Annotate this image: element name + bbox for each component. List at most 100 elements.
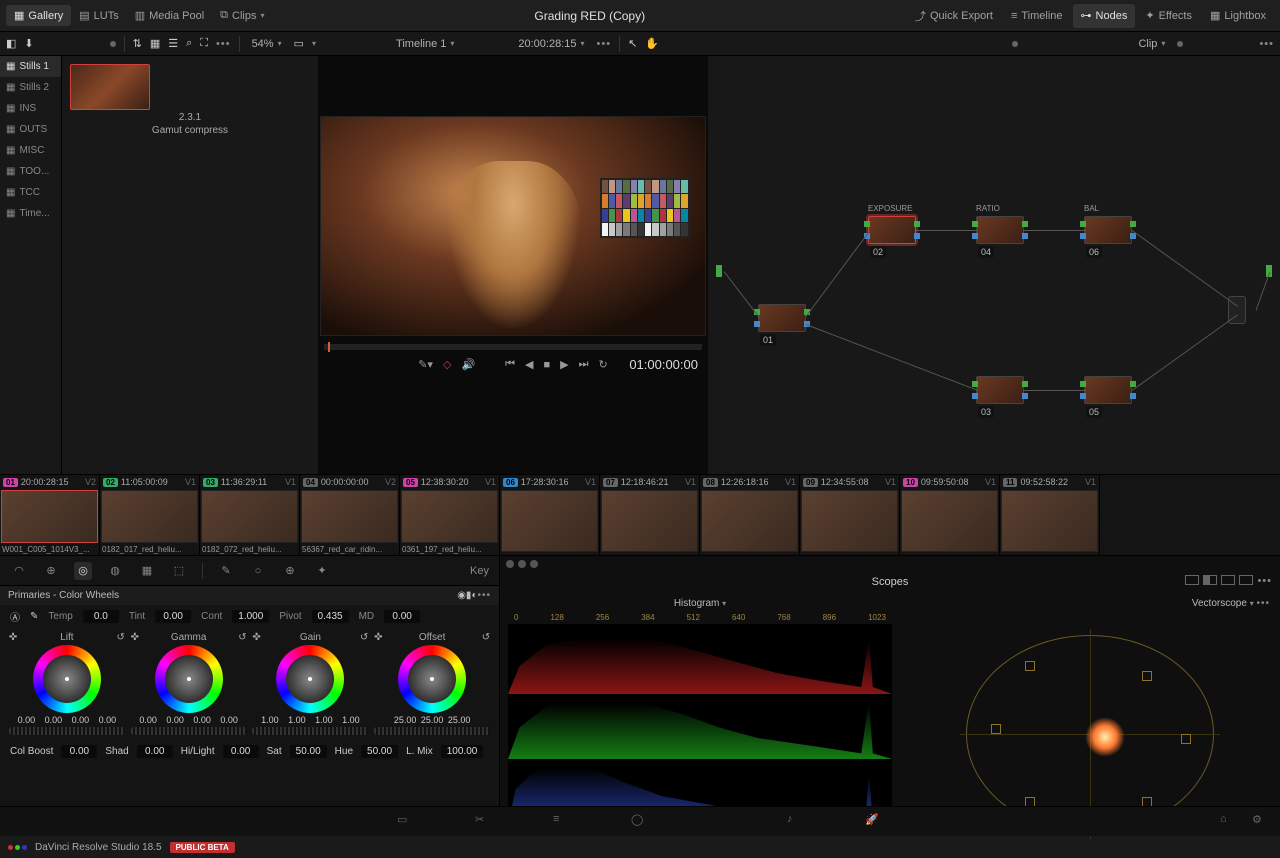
tint-value[interactable]: 0.00: [155, 610, 191, 623]
layout-5-icon[interactable]: [1239, 575, 1253, 585]
md-value[interactable]: 0.00: [384, 610, 420, 623]
thumbnail-clip[interactable]: 0211:05:00:09V10182_017_red_heliu...: [100, 475, 200, 555]
download-icon[interactable]: ⬇: [24, 37, 33, 50]
picker-icon[interactable]: ✎▾: [418, 358, 433, 371]
loop-icon[interactable]: ↻: [599, 358, 608, 371]
auto-balance-icon[interactable]: Ⓐ: [10, 609, 20, 624]
sidebar-item-stills2[interactable]: ▦ Stills 2: [0, 77, 61, 98]
pivot-value[interactable]: 0.435: [312, 610, 349, 623]
deliver-page-icon[interactable]: 🚀: [865, 813, 883, 831]
timecode-display[interactable]: 20:00:28:15▾: [514, 38, 588, 50]
clips-tab[interactable]: ⧉ Clips ▾: [212, 5, 272, 26]
color-wheel-gamma[interactable]: ✜Gamma↺0.000.000.000.00: [131, 632, 247, 735]
qualifier-icon[interactable]: ✎: [217, 562, 235, 580]
play-icon[interactable]: ▶: [560, 358, 568, 371]
thumbnail-clip[interactable]: 0812:26:18:16V1: [700, 475, 800, 555]
thumbnail-clip[interactable]: 0512:38:30:20V10361_197_red_heliu...: [400, 475, 500, 555]
thumbnail-clip[interactable]: 0120:00:28:15V2W001_C005_1014V3_...: [0, 475, 100, 555]
node-03[interactable]: 03: [976, 376, 1024, 404]
nodes-tab[interactable]: ⊶ Nodes: [1073, 4, 1136, 28]
viewer-image[interactable]: [320, 116, 706, 336]
color-wheel-offset[interactable]: ✜Offset↺25.0025.0025.00: [374, 632, 490, 735]
prev-icon[interactable]: ◀: [525, 358, 533, 371]
rgb-mixer-icon[interactable]: ▦: [138, 562, 156, 580]
effects-tab[interactable]: ✦ Effects: [1137, 4, 1200, 28]
window-icon[interactable]: ○: [249, 562, 267, 580]
clip-mode-select[interactable]: Clip▾: [1134, 38, 1169, 50]
sort-icon[interactable]: ⇅: [133, 37, 142, 50]
node-input[interactable]: [716, 265, 722, 277]
node-05[interactable]: 05: [1084, 376, 1132, 404]
primaries-more-icon[interactable]: •••: [477, 590, 491, 601]
wheel-mode-icon[interactable]: ◉: [457, 590, 466, 601]
edit-page-icon[interactable]: ≡: [553, 813, 571, 831]
contrast-value[interactable]: 1.000: [232, 610, 269, 623]
thumbnail-clip[interactable]: 1109:52:58:22V1: [1000, 475, 1100, 555]
temp-value[interactable]: 0.0: [83, 610, 119, 623]
magic-mask-icon[interactable]: ✦: [313, 562, 331, 580]
mute-icon[interactable]: 🔊: [461, 358, 475, 371]
thumbnail-clip[interactable]: 0712:18:46:21V1: [600, 475, 700, 555]
node-06[interactable]: BAL06: [1084, 216, 1132, 244]
hdr-icon[interactable]: ◍: [106, 562, 124, 580]
sidebar-item-tcc[interactable]: ▦ TCC: [0, 182, 61, 203]
bypass-icon[interactable]: ◇: [443, 358, 451, 371]
grid-view-icon[interactable]: ▦: [150, 37, 160, 50]
viewer-more-icon[interactable]: •••: [597, 38, 612, 50]
next-icon[interactable]: ⏭: [579, 358, 589, 371]
picker-icon-2[interactable]: ✎: [30, 611, 38, 622]
hilight-value[interactable]: 0.00: [223, 745, 259, 758]
sidebar-item-outs[interactable]: ▦ OUTS: [0, 119, 61, 140]
color-wheel-gain[interactable]: ✜Gain↺1.001.001.001.00: [252, 632, 368, 735]
quick-export-button[interactable]: ⤴ Quick Export: [907, 4, 1001, 28]
layout-4-icon[interactable]: [1221, 575, 1235, 585]
colboost-value[interactable]: 0.00: [61, 745, 97, 758]
primaries-icon[interactable]: ⊕: [42, 562, 60, 580]
lightbox-tab[interactable]: ▦ Lightbox: [1202, 4, 1274, 28]
fusion-page-icon[interactable]: ◯: [631, 813, 649, 831]
media-page-icon[interactable]: ▭: [397, 813, 415, 831]
wheels-icon[interactable]: ◎: [74, 562, 92, 580]
node-more-icon[interactable]: •••: [1259, 38, 1274, 50]
hue-value[interactable]: 50.00: [361, 745, 398, 758]
still-thumbnail[interactable]: 2.3.1 Gamut compress: [70, 64, 310, 136]
marker-dot[interactable]: [110, 41, 116, 47]
hand-icon[interactable]: ✋: [645, 37, 659, 50]
node-marker[interactable]: [1012, 41, 1018, 47]
sidebar-toggle-icon[interactable]: ◧: [6, 37, 16, 50]
timeline-select[interactable]: Timeline 1▾: [392, 38, 458, 50]
more-icon[interactable]: •••: [216, 38, 231, 50]
curves-icon[interactable]: ◠: [10, 562, 28, 580]
sidebar-item-too[interactable]: ▦ TOO...: [0, 161, 61, 182]
thumbnail-clip[interactable]: 0617:28:30:16V1: [500, 475, 600, 555]
gallery-tab[interactable]: ▦ Gallery: [6, 5, 71, 26]
search-icon[interactable]: ⌕: [186, 37, 192, 50]
node-01[interactable]: 01: [758, 304, 806, 332]
expand-icon[interactable]: ⛶: [200, 37, 208, 50]
thumbnail-clip[interactable]: 1009:59:50:08V1: [900, 475, 1000, 555]
sidebar-item-ins[interactable]: ▦ INS: [0, 98, 61, 119]
view-mode-icon[interactable]: ▭: [294, 37, 304, 50]
scopes-more-icon[interactable]: •••: [1257, 575, 1272, 587]
lmix-value[interactable]: 100.00: [441, 745, 484, 758]
first-frame-icon[interactable]: ⏮: [505, 358, 515, 371]
zoom-select[interactable]: 54%▾: [248, 38, 286, 50]
viewer-timecode[interactable]: 01:00:00:00: [629, 357, 698, 372]
motion-icon[interactable]: ⬚: [170, 562, 188, 580]
clip-dot[interactable]: [1177, 41, 1183, 47]
sidebar-item-stills1[interactable]: ▦ Stills 1: [0, 56, 61, 77]
stop-icon[interactable]: ■: [544, 359, 551, 371]
home-icon[interactable]: ⌂: [1220, 813, 1238, 831]
cut-page-icon[interactable]: ✂: [475, 813, 493, 831]
color-wheel-lift[interactable]: ✜Lift↺0.000.000.000.00: [9, 632, 125, 735]
layout-2-icon[interactable]: [1203, 575, 1217, 585]
timeline-tab[interactable]: ≡ Timeline: [1003, 4, 1071, 28]
layout-1-icon[interactable]: [1185, 575, 1199, 585]
node-02[interactable]: EXPOSURE02: [868, 216, 916, 244]
sidebar-item-misc[interactable]: ▦ MISC: [0, 140, 61, 161]
key-tab[interactable]: Key: [470, 565, 489, 577]
sidebar-item-time[interactable]: ▦ Time...: [0, 203, 61, 224]
media-pool-tab[interactable]: ▥ Media Pool: [127, 5, 212, 26]
color-page-icon[interactable]: [709, 813, 727, 831]
thumbnail-clip[interactable]: 0400:00:00:00V256367_red_car_ridin...: [300, 475, 400, 555]
